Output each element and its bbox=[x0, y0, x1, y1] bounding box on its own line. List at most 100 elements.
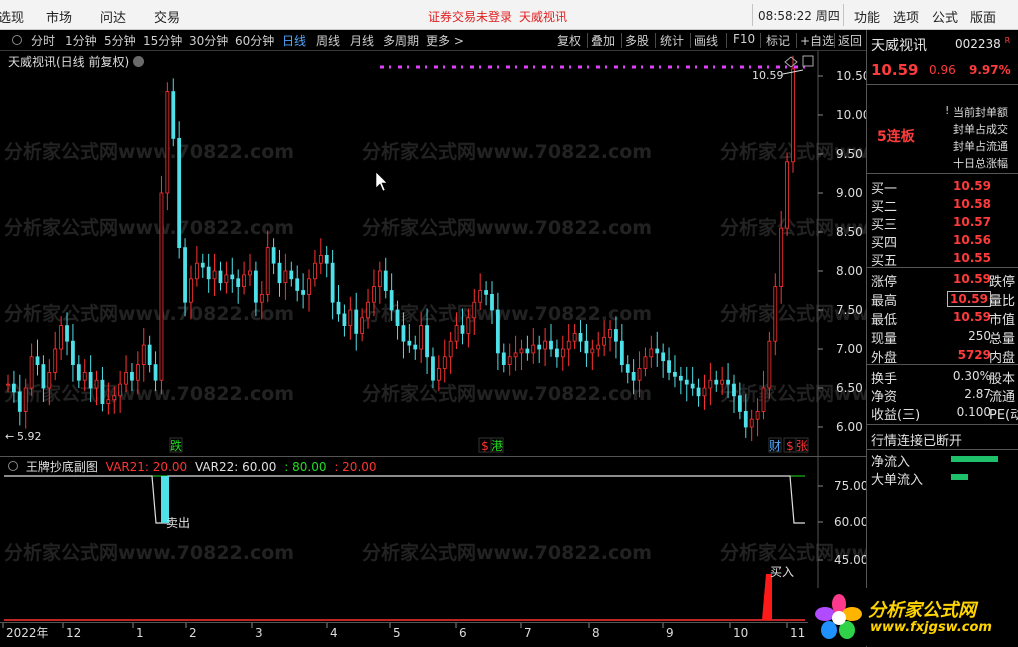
candle-body bbox=[673, 371, 677, 377]
bid-row-value: 10.59 bbox=[953, 179, 991, 193]
period-tab-more[interactable]: 更多 > bbox=[426, 32, 464, 49]
menu-item-ask[interactable]: 问达 bbox=[100, 7, 126, 26]
candle-body bbox=[135, 364, 140, 381]
date-tick-label: 5 bbox=[393, 626, 401, 640]
candle-body bbox=[661, 352, 666, 362]
candle-body bbox=[112, 395, 117, 401]
watermark-text: 分析家公式网www.70822.com bbox=[4, 302, 294, 325]
candle-body bbox=[242, 274, 246, 287]
indicator-settings-icon[interactable] bbox=[8, 461, 18, 471]
period-tab-30min[interactable]: 30分钟 bbox=[189, 32, 228, 49]
period-tab-1min[interactable]: 1分钟 bbox=[65, 32, 97, 49]
stat-row-label: 涨停 bbox=[871, 275, 898, 290]
candle-body bbox=[318, 254, 323, 264]
indicator-name[interactable]: 王牌抄底副图 bbox=[26, 460, 98, 474]
indicator-canvas[interactable]: 分析家公式网www.70822.com 分析家公式网www.70822.com 分析… bbox=[0, 457, 866, 623]
candle-body bbox=[560, 348, 565, 358]
menu-item-trade[interactable]: 交易 bbox=[154, 7, 180, 26]
menu-item-select[interactable]: 选现 bbox=[0, 7, 24, 26]
event-tag[interactable]: 财 bbox=[769, 439, 781, 453]
menu-item-options[interactable]: 选项 bbox=[893, 7, 919, 26]
stat-row-value: 10.59 bbox=[953, 272, 991, 286]
bid-row-label: 买一 bbox=[871, 182, 898, 197]
period-tab-60min[interactable]: 60分钟 bbox=[235, 32, 274, 49]
stat2-row: 净资 2.87 流通 bbox=[867, 386, 1018, 405]
date-axis-canvas: 2022年 12 1 2 3 4 5 6 7 8 9 10 11 bbox=[2, 623, 805, 640]
indicator-param-var22: VAR22: 60.00 bbox=[194, 460, 277, 474]
period-tab-monthly[interactable]: 月线 bbox=[350, 32, 374, 49]
candle-body bbox=[159, 192, 164, 381]
login-alert[interactable]: 证券交易未登录 bbox=[428, 8, 512, 25]
candle-body bbox=[555, 348, 559, 358]
tool-separator bbox=[690, 33, 691, 48]
price-tick-label: 8.50 bbox=[836, 225, 863, 239]
candle-body bbox=[265, 247, 270, 295]
tool-mark-button[interactable]: 标记 bbox=[766, 32, 790, 49]
candle-body bbox=[478, 290, 483, 303]
candle-body bbox=[531, 344, 536, 354]
watermark: 分析家公式网www.70822.com分析家公式网www.70822.com分析… bbox=[4, 541, 866, 564]
bid-row-value: 10.57 bbox=[953, 215, 991, 229]
indicator-header: 王牌抄底副图 VAR21: 20.00 VAR22: 60.00 : 80.00… bbox=[6, 458, 381, 475]
candle-body bbox=[59, 325, 64, 350]
period-tab-intraday[interactable]: 分时 bbox=[31, 32, 55, 49]
candle-body bbox=[643, 356, 648, 369]
event-tag[interactable]: 跌 bbox=[170, 438, 182, 453]
toolbar-settings-icon[interactable] bbox=[12, 35, 22, 45]
candlestick-chart[interactable]: 分析家公式网www.70822.com 分析家公式网www.70822.com 分析… bbox=[0, 51, 866, 456]
menu-item-function[interactable]: 功能 bbox=[854, 7, 880, 26]
event-tag[interactable]: 张 bbox=[796, 439, 808, 453]
candle-body bbox=[401, 325, 406, 342]
panel-toggle-icon[interactable] bbox=[802, 55, 814, 67]
event-tag[interactable]: $ bbox=[481, 439, 489, 453]
menu-separator bbox=[843, 4, 844, 26]
tool-adjust-button[interactable]: 复权 bbox=[557, 32, 581, 49]
period-tab-15min[interactable]: 15分钟 bbox=[143, 32, 182, 49]
tool-add-watchlist-button[interactable]: +自选 bbox=[800, 32, 834, 49]
candle-body bbox=[791, 68, 795, 163]
menu-item-formula[interactable]: 公式 bbox=[932, 7, 958, 26]
candle-body bbox=[448, 340, 453, 358]
candle-body bbox=[342, 313, 347, 326]
period-tab-5min[interactable]: 5分钟 bbox=[104, 32, 136, 49]
candle-body bbox=[200, 262, 205, 268]
candle-body bbox=[94, 379, 99, 389]
candlestick-canvas[interactable]: 分析家公式网www.70822.com 分析家公式网www.70822.com 分析… bbox=[0, 51, 866, 456]
watermark-text: 分析家公式网www.70822.com bbox=[362, 302, 652, 325]
event-tag[interactable]: $ bbox=[786, 439, 794, 453]
date-axis: 2022年 12 1 2 3 4 5 6 7 8 9 10 11 bbox=[0, 622, 866, 647]
candle-body bbox=[53, 348, 58, 373]
menu-item-market[interactable]: 市场 bbox=[46, 7, 72, 26]
candle-body bbox=[572, 332, 577, 342]
divider bbox=[867, 173, 1018, 174]
indicator-panel[interactable]: 分析家公式网www.70822.com 分析家公式网www.70822.com 分析… bbox=[0, 456, 866, 623]
menu-item-layout[interactable]: 版面 bbox=[970, 7, 996, 26]
chart-menu-icon[interactable] bbox=[133, 56, 145, 67]
divider bbox=[867, 267, 1018, 268]
fund-flow-bar bbox=[951, 456, 998, 462]
event-tag[interactable]: 港 bbox=[491, 439, 503, 453]
candle-body bbox=[720, 379, 725, 385]
tool-overlay-button[interactable]: 叠加 bbox=[591, 32, 615, 49]
tool-multi-stock-button[interactable]: 多股 bbox=[625, 32, 649, 49]
tool-draw-button[interactable]: 画线 bbox=[694, 32, 718, 49]
candle-body bbox=[625, 364, 630, 373]
candle-body bbox=[307, 278, 311, 295]
tool-stats-button[interactable]: 统计 bbox=[660, 32, 684, 49]
bid-row-label: 买四 bbox=[871, 236, 898, 251]
period-tab-multi[interactable]: 多周期 bbox=[383, 32, 419, 49]
candle-body bbox=[525, 348, 530, 354]
event-tags[interactable]: 跌 $ 港财 $ 张 bbox=[169, 437, 809, 453]
candle-body bbox=[313, 262, 317, 280]
fund-flow-label: 大单流入 bbox=[871, 473, 924, 488]
stat-row-label: 现量 bbox=[871, 332, 898, 347]
tool-f10-button[interactable]: F10 bbox=[733, 32, 755, 46]
stat-row: 最低 10.59 市值 bbox=[867, 309, 1018, 328]
period-tab-weekly[interactable]: 周线 bbox=[316, 32, 340, 49]
candle-body bbox=[12, 383, 16, 393]
tool-back-button[interactable]: 返回 bbox=[838, 32, 862, 49]
stat2-row-value: 0.100 bbox=[956, 405, 991, 419]
date-tick-label: 6 bbox=[459, 626, 467, 640]
period-tab-daily[interactable]: 日线 bbox=[282, 32, 306, 49]
tool-separator bbox=[655, 33, 656, 48]
